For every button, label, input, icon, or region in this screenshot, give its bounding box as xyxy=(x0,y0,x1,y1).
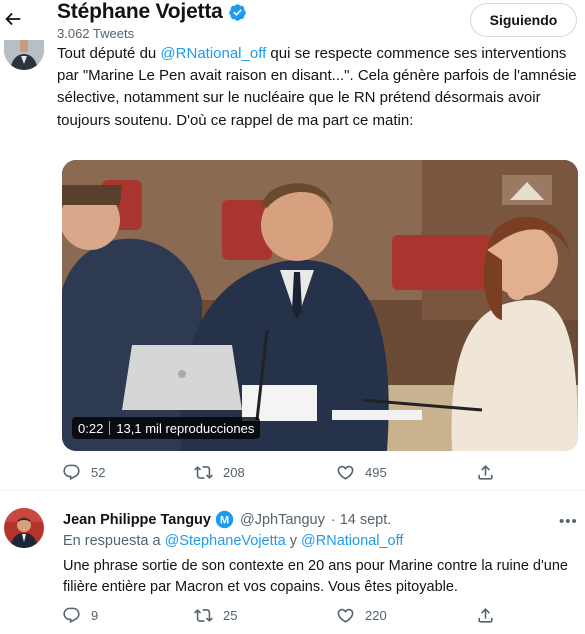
retweet-action[interactable]: 208 xyxy=(194,463,245,482)
reply-to-prefix: En respuesta a xyxy=(63,533,165,549)
reply-icon xyxy=(63,607,80,624)
profile-name: Stéphane Vojetta xyxy=(57,0,223,23)
mention-link[interactable]: @RNational_off xyxy=(160,45,266,62)
reply-share-action[interactable] xyxy=(476,606,495,625)
profile-header: Stéphane Vojetta 3.062 Tweets Siguiendo xyxy=(0,0,585,44)
reply-to-user2[interactable]: @RNational_off xyxy=(301,533,403,549)
tweet-count: 3.062 Tweets xyxy=(57,26,135,41)
heart-icon xyxy=(337,608,354,623)
tweet-actions: 52 208 495 xyxy=(0,463,585,487)
reply-reply-action[interactable]: 9 xyxy=(62,606,98,625)
tweet-divider xyxy=(0,490,585,491)
video-views: 13,1 mil reproducciones xyxy=(116,420,255,436)
video-frame xyxy=(62,160,578,451)
reply-to-line: En respuesta a @StephaneVojetta y @RNati… xyxy=(63,533,403,549)
reply-action[interactable]: 52 xyxy=(62,463,105,482)
reply-icon xyxy=(63,464,80,481)
reply-author-handle[interactable]: @JphTanguy xyxy=(240,512,325,528)
share-action[interactable] xyxy=(476,463,495,482)
like-action[interactable]: 495 xyxy=(336,463,387,482)
reply-date[interactable]: · 14 sept. xyxy=(331,512,391,528)
retweet-icon xyxy=(194,466,213,479)
reply-to-join: y xyxy=(285,533,302,549)
party-badge-letter: M xyxy=(220,514,229,526)
share-icon xyxy=(478,465,493,480)
share-icon xyxy=(478,608,493,623)
retweet-count: 208 xyxy=(223,465,245,480)
reply-actions: 9 25 220 xyxy=(0,606,585,630)
following-button[interactable]: Siguiendo xyxy=(470,3,577,37)
tweet-text-before: Tout député du xyxy=(57,45,161,62)
reply-reply-count: 9 xyxy=(91,608,99,623)
tweet-text: Tout député du @RNational_off qui se res… xyxy=(57,43,577,132)
back-arrow-icon[interactable] xyxy=(2,8,24,30)
video-player[interactable] xyxy=(62,160,578,451)
like-count: 495 xyxy=(365,465,387,480)
badge-separator xyxy=(109,421,111,435)
reply-like-count: 220 xyxy=(365,608,387,623)
reply-header: Jean Philippe Tanguy M @JphTanguy · 14 s… xyxy=(63,510,391,529)
heart-icon xyxy=(337,465,354,480)
reply-like-action[interactable]: 220 xyxy=(336,606,387,625)
more-options-icon[interactable]: ••• xyxy=(559,513,578,530)
reply-retweet-count: 25 xyxy=(223,608,238,623)
author-avatar[interactable] xyxy=(4,40,44,70)
retweet-icon xyxy=(194,609,213,622)
reply-text: Une phrase sortie de son contexte en 20 … xyxy=(63,558,568,595)
reply-retweet-action[interactable]: 25 xyxy=(194,606,237,625)
reply-to-user1[interactable]: @StephaneVojetta xyxy=(165,533,286,549)
party-badge-icon: M xyxy=(215,510,234,529)
video-stats-badge: 0:22 13,1 mil reproducciones xyxy=(72,417,261,439)
verified-badge-icon xyxy=(228,3,246,21)
reply-author-name[interactable]: Jean Philippe Tanguy xyxy=(63,512,211,528)
video-duration: 0:22 xyxy=(78,420,104,436)
reply-author-avatar[interactable] xyxy=(4,508,44,548)
reply-count: 52 xyxy=(91,465,106,480)
